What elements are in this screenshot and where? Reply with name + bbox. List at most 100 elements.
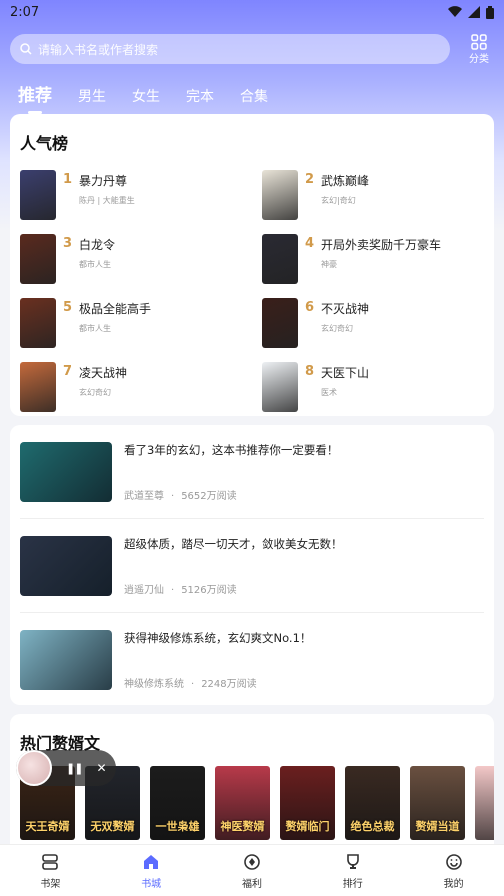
recommendation-feed: 看了3年的玄幻，这本书推荐你一定要看！ 武道至尊 · 5652万阅读超级体质，踏尽一切… (10, 425, 494, 705)
book-tags: 陈丹 | 大能重生 (79, 196, 135, 205)
ranking-item[interactable]: 8 天医下山 医术 (262, 362, 484, 412)
book-title[interactable]: 白龙令 (79, 236, 115, 253)
feed-thumbnail[interactable] (20, 441, 112, 502)
ranking-item[interactable]: 7 凌天战神 玄幻奇幻 (20, 362, 262, 412)
book-title[interactable]: 极品全能高手 (79, 300, 151, 317)
feed-item[interactable]: 看了3年的玄幻，这本书推荐你一定要看！ 武道至尊 · 5652万阅读 (20, 425, 484, 519)
feed-read-count: 5126万阅读 (181, 584, 237, 596)
meta-separator: · (171, 490, 175, 502)
search-input[interactable]: 请输入书名或作者搜索 (10, 34, 450, 64)
rank-number: 8 (305, 364, 315, 379)
rank-text: 白龙令 都市人生 (79, 236, 115, 270)
grid-icon (471, 33, 487, 50)
meta-separator: · (191, 679, 195, 690)
tab-recommend[interactable]: 推荐 (18, 81, 52, 106)
tab-female[interactable]: 女生 (132, 86, 160, 106)
cover-title: 无双赘婿 (90, 820, 135, 833)
rank-number: 3 (63, 236, 73, 251)
ranking-item[interactable]: 5 极品全能高手 都市人生 (20, 298, 262, 348)
book-title[interactable]: 暴力丹尊 (79, 172, 135, 189)
hot-book-cover[interactable] (475, 766, 494, 840)
book-cover[interactable] (262, 298, 298, 348)
status-bar: 2:07 (0, 0, 504, 24)
book-cover[interactable] (20, 362, 56, 412)
floating-audio-player[interactable]: ❚❚ ✕ (16, 750, 116, 786)
feed-item[interactable]: 获得神级修炼系统，玄幻爽文No.1！ 神级修炼系统 · 2248万阅读 (20, 613, 484, 707)
gift-coin-icon (243, 852, 261, 872)
feed-title[interactable]: 超级体质，踏尽一切天才，敛收美女无数！ (124, 536, 343, 552)
feed-text: 看了3年的玄幻，这本书推荐你一定要看！ 武道至尊 · 5652万阅读 (124, 442, 338, 502)
hot-book-cover[interactable]: 赘婿临门 (280, 766, 335, 840)
feed-read-count: 5652万阅读 (181, 490, 237, 502)
book-cover[interactable] (20, 234, 56, 284)
hot-book-cover[interactable]: 绝色总裁 (345, 766, 400, 840)
book-cover[interactable] (262, 362, 298, 412)
hot-book-cover[interactable]: 神医赘婿 (215, 766, 270, 840)
category-label: 分类 (469, 53, 489, 65)
bookshelf-icon (41, 852, 59, 872)
book-tags: 都市人生 (79, 324, 111, 333)
channel-tabs: 推荐 男生 女生 完本 合集 (18, 76, 268, 106)
book-title[interactable]: 武炼巅峰 (321, 172, 369, 189)
nav-item-bookshelf[interactable]: 书架 (20, 852, 80, 890)
cover-title: 赘婿当道 (415, 820, 460, 833)
book-tags: 都市人生 (79, 260, 111, 269)
book-title[interactable]: 天医下山 (321, 364, 369, 381)
nav-item-profile[interactable]: 我的 (424, 852, 484, 890)
ranking-item[interactable]: 4 开局外卖奖励千万豪车 神豪 (262, 234, 484, 284)
book-cover[interactable] (262, 234, 298, 284)
feed-meta: 武道至尊 · 5652万阅读 (124, 487, 338, 502)
wifi-icon (448, 6, 462, 18)
player-avatar[interactable] (16, 750, 52, 786)
close-icon[interactable]: ✕ (96, 761, 106, 775)
search-placeholder: 请输入书名或作者搜索 (38, 42, 159, 57)
book-tags: 玄幻奇幻 (321, 324, 353, 333)
ranking-item[interactable]: 2 武炼巅峰 玄幻|奇幻 (262, 170, 484, 220)
popularity-ranking-card: 人气榜 1 暴力丹尊 陈丹 | 大能重生 2 武炼巅峰 玄幻|奇幻 3 白龙令 都市人生 4 开局外… (10, 114, 494, 416)
rank-number: 2 (305, 172, 315, 187)
rank-text: 凌天战神 玄幻奇幻 (79, 364, 127, 398)
pause-icon[interactable]: ❚❚ (66, 762, 83, 775)
rank-text: 极品全能高手都市人生 (79, 300, 151, 334)
feed-thumbnail[interactable] (20, 630, 112, 690)
status-icons (448, 5, 494, 19)
rank-text: 天医下山 医术 (321, 364, 369, 398)
feed-meta: 逍遥刀仙 · 5126万阅读 (124, 581, 343, 596)
rank-text: 武炼巅峰 玄幻|奇幻 (321, 172, 369, 206)
book-title[interactable]: 凌天战神 (79, 364, 127, 381)
status-time: 2:07 (10, 4, 40, 20)
tab-collection[interactable]: 合集 (240, 86, 268, 106)
trophy-icon (344, 852, 362, 872)
feed-text: 获得神级修炼系统，玄幻爽文No.1！ 神级修炼系统 · 2248万阅读 (124, 630, 311, 690)
profile-icon (445, 852, 463, 872)
nav-item-trophy[interactable]: 排行 (323, 852, 383, 890)
book-cover[interactable] (262, 170, 298, 220)
ranking-item[interactable]: 6 不灭战神 玄幻奇幻 (262, 298, 484, 348)
search-icon (20, 43, 32, 55)
feed-book-name: 神级修炼系统 (124, 679, 184, 690)
ranking-item[interactable]: 1 暴力丹尊陈丹 | 大能重生 (20, 170, 262, 220)
feed-item[interactable]: 超级体质，踏尽一切天才，敛收美女无数！ 逍遥刀仙 · 5126万阅读 (20, 519, 484, 613)
hot-book-cover[interactable]: 赘婿当道 (410, 766, 465, 840)
tab-male[interactable]: 男生 (78, 86, 106, 106)
nav-item-store[interactable]: 书城 (121, 852, 181, 890)
feed-book-name: 武道至尊 (124, 490, 164, 502)
feed-thumbnail[interactable] (20, 535, 112, 596)
search-row: 请输入书名或作者搜索 分类 (10, 33, 494, 65)
book-title[interactable]: 开局外卖奖励千万豪车 (321, 236, 441, 253)
nav-item-gift-coin[interactable]: 福利 (222, 852, 282, 890)
book-cover[interactable] (20, 298, 56, 348)
ranking-list: 1 暴力丹尊陈丹 | 大能重生 2 武炼巅峰 玄幻|奇幻 3 白龙令都市人生 4 开局外卖奖励千… (20, 170, 484, 412)
cover-title: 绝色总裁 (350, 820, 395, 833)
rank-number: 1 (63, 172, 73, 187)
rank-text: 暴力丹尊陈丹 | 大能重生 (79, 172, 135, 206)
book-title[interactable]: 不灭战神 (321, 300, 369, 317)
ranking-item[interactable]: 3 白龙令都市人生 (20, 234, 262, 284)
book-cover[interactable] (20, 170, 56, 220)
nav-label: 我的 (443, 878, 464, 890)
feed-title[interactable]: 获得神级修炼系统，玄幻爽文No.1！ (124, 630, 311, 646)
hot-book-cover[interactable]: 一世枭雄 (150, 766, 205, 840)
category-button[interactable]: 分类 (464, 33, 494, 65)
tab-completed[interactable]: 完本 (186, 86, 214, 106)
feed-title[interactable]: 看了3年的玄幻，这本书推荐你一定要看！ (124, 442, 338, 458)
